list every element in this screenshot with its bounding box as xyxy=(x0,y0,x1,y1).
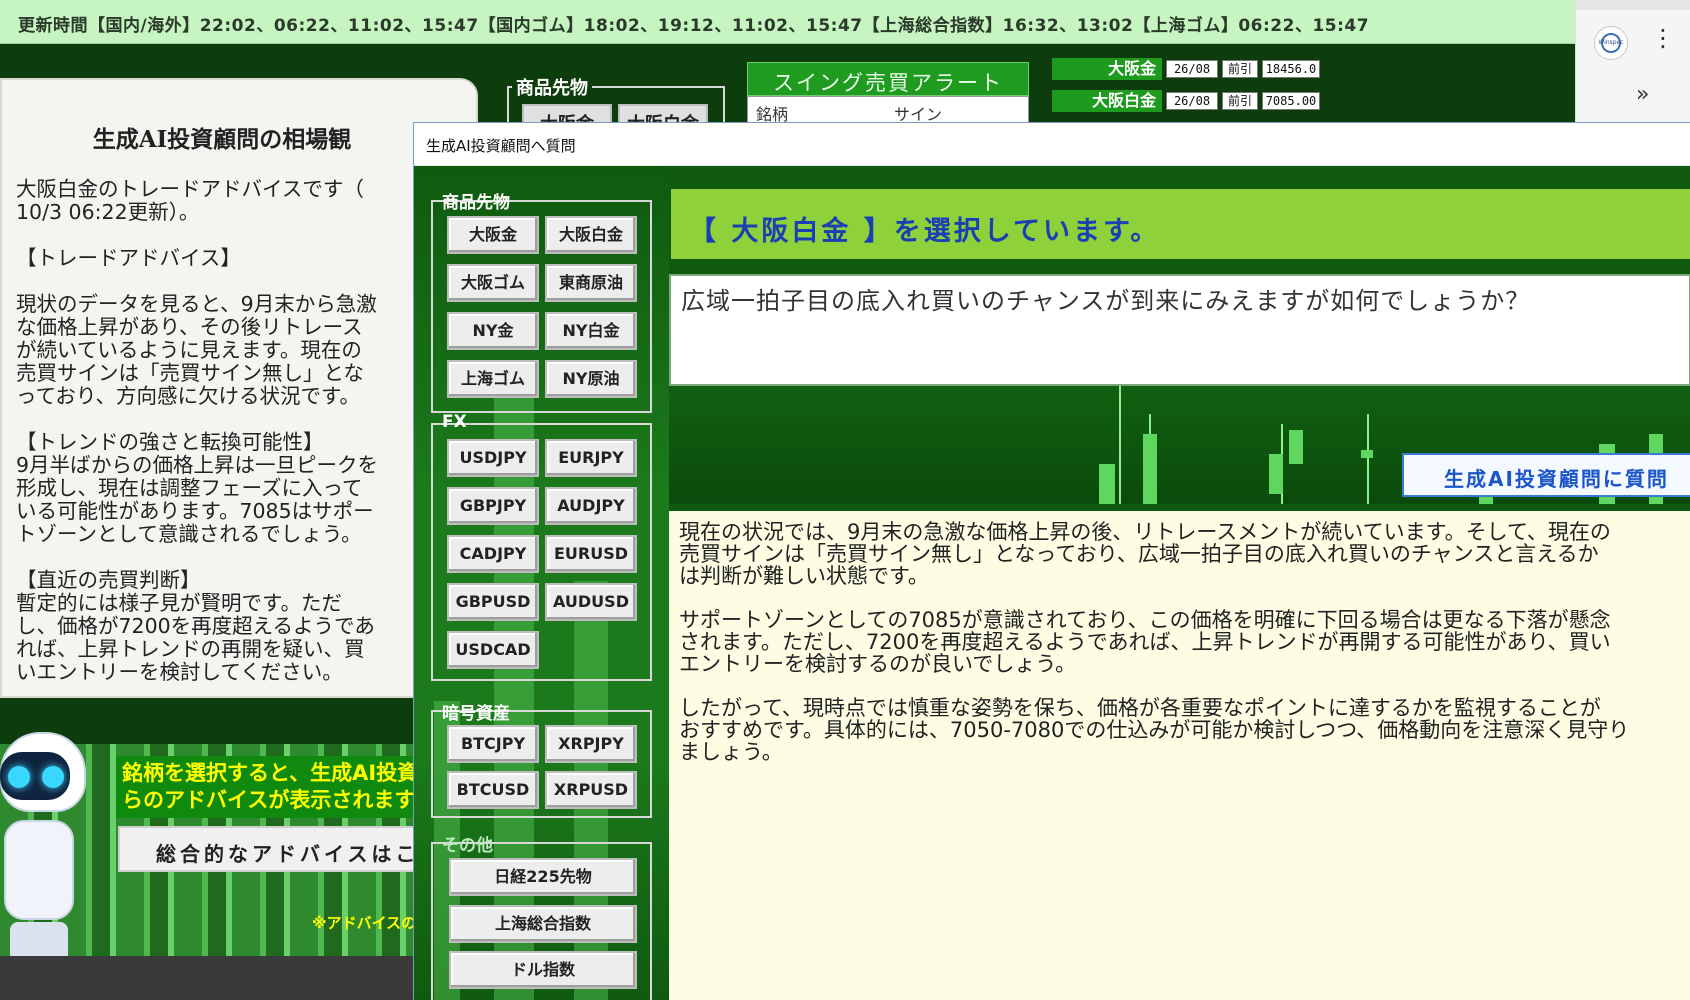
crypto-group-label: 暗号資産 xyxy=(442,704,510,724)
btn-eurusd[interactable]: EURUSD xyxy=(545,535,637,573)
robot-eye-left xyxy=(8,766,30,788)
btn-usdcad[interactable]: USDCAD xyxy=(447,631,539,669)
robot-body xyxy=(4,820,74,920)
advice-panel: 生成AI投資顧問の相場観 大阪白金のトレードアドバイスです（ 10/3 06:2… xyxy=(0,78,478,698)
btn-eurjpy[interactable]: EURJPY xyxy=(545,439,637,477)
btn-ny-platinum[interactable]: NY白金 xyxy=(545,312,637,350)
dialog-title: 生成AI投資顧問へ質問 xyxy=(426,137,576,155)
symbol-selector-panel: 商品先物 大阪金 大阪白金 大阪ゴム 東商原油 NY金 NY白金 上海ゴム NY… xyxy=(414,166,669,1000)
browser-toolbar: Winspec ⋮ » xyxy=(1575,0,1690,125)
overall-advice-button[interactable]: 総合的なアドバイスはこ xyxy=(118,826,448,872)
other-group-label: その他 xyxy=(442,836,493,856)
price-row-price: 7085.00 xyxy=(1262,92,1320,110)
selection-banner-text: 【 大阪白金 】を選択しています。 xyxy=(689,216,1161,247)
winspec-extension-icon[interactable]: Winspec xyxy=(1594,26,1628,60)
commodity-group-label: 商品先物 xyxy=(442,193,510,213)
ai-answer-text: 現在の状況では、9月末の急激な価格上昇の後、リトレースメントが続いています。そし… xyxy=(669,511,1690,1000)
selection-banner: 【 大阪白金 】を選択しています。 xyxy=(671,189,1690,259)
winspec-label: Winspec xyxy=(1598,39,1624,46)
price-row-type: 前引 xyxy=(1222,60,1258,78)
price-row-month: 26/08 xyxy=(1166,60,1218,78)
fx-group-label: FX xyxy=(442,412,467,432)
robot-mascot xyxy=(0,732,100,962)
question-answer-panel: 【 大阪白金 】を選択しています。 広域一拍子目の底入れ買いのチャンスが到来にみ… xyxy=(669,166,1690,1000)
btn-gbpjpy[interactable]: GBPJPY xyxy=(447,487,539,525)
swing-alert-title: スイング売買アラート xyxy=(747,62,1029,96)
btn-tocom-crude[interactable]: 東商原油 xyxy=(545,264,637,302)
btn-audusd[interactable]: AUDUSD xyxy=(545,583,637,621)
btn-nikkei225-futures[interactable]: 日経225先物 xyxy=(449,858,637,896)
btn-xrpusd[interactable]: XRPUSD xyxy=(545,771,637,809)
robot-eye-right xyxy=(42,766,64,788)
candle xyxy=(1289,430,1303,464)
btn-ny-crude[interactable]: NY原油 xyxy=(545,360,637,398)
candle xyxy=(1269,454,1283,494)
candle xyxy=(1361,450,1373,458)
ask-ai-advisor-button[interactable]: 生成AI投資顧問に質問 xyxy=(1402,453,1690,497)
bg-commodity-group-label: 商品先物 xyxy=(512,74,592,100)
btn-btcjpy[interactable]: BTCJPY xyxy=(447,725,539,763)
btn-shanghai-rubber[interactable]: 上海ゴム xyxy=(447,360,539,398)
btn-osaka-rubber[interactable]: 大阪ゴム xyxy=(447,264,539,302)
candle-wick xyxy=(1119,384,1121,504)
dialog-body: 商品先物 大阪金 大阪白金 大阪ゴム 東商原油 NY金 NY白金 上海ゴム NY… xyxy=(414,166,1690,1000)
btn-ny-gold[interactable]: NY金 xyxy=(447,312,539,350)
dialog-titlebar[interactable]: 生成AI投資顧問へ質問 xyxy=(414,123,1690,166)
question-input[interactable]: 広域一拍子目の底入れ買いのチャンスが到来にみえますが如何でしょうか？ xyxy=(669,274,1690,386)
price-row-price: 18456.0 xyxy=(1262,60,1320,78)
price-row-month: 26/08 xyxy=(1166,92,1218,110)
price-row-type: 前引 xyxy=(1222,92,1258,110)
chevron-double-right-icon[interactable]: » xyxy=(1636,82,1649,107)
update-time-text: 更新時間【国内/海外】22:02、06:22、11:02、15:47【国内ゴム】… xyxy=(18,16,1370,36)
btn-btcusd[interactable]: BTCUSD xyxy=(447,771,539,809)
bottom-strip xyxy=(0,956,420,1000)
btn-dollar-index[interactable]: ドル指数 xyxy=(449,951,637,989)
toolbar-edge xyxy=(1576,0,1690,10)
btn-osaka-gold[interactable]: 大阪金 xyxy=(447,216,539,254)
advice-footnote: ※アドバイスの xyxy=(312,914,417,932)
ask-ai-advisor-dialog: 生成AI投資顧問へ質問 商品先物 大阪金 大阪白金 大阪ゴム 東商原油 NY金 … xyxy=(413,122,1690,1000)
btn-xrpjpy[interactable]: XRPJPY xyxy=(545,725,637,763)
advice-panel-title: 生成AI投資顧問の相場観 xyxy=(92,126,352,153)
kebab-menu-icon[interactable]: ⋮ xyxy=(1651,26,1675,50)
btn-cadjpy[interactable]: CADJPY xyxy=(447,535,539,573)
btn-osaka-platinum[interactable]: 大阪白金 xyxy=(545,216,637,254)
price-row-name: 大阪白金 xyxy=(1052,90,1162,112)
btn-audjpy[interactable]: AUDJPY xyxy=(545,487,637,525)
price-row-name: 大阪金 xyxy=(1052,58,1162,80)
instruction-note: 銘柄を選択すると、生成AI投資 らのアドバイスが表示されます。 xyxy=(116,756,446,818)
update-time-ticker: 更新時間【国内/海外】22:02、06:22、11:02、15:47【国内ゴム】… xyxy=(0,0,1575,44)
candle xyxy=(1143,434,1157,504)
btn-usdjpy[interactable]: USDJPY xyxy=(447,439,539,477)
candle xyxy=(1099,464,1115,504)
candle-wick xyxy=(1367,414,1369,504)
advice-panel-body: 大阪白金のトレードアドバイスです（ 10/3 06:22更新）。 【トレードアド… xyxy=(16,177,378,684)
btn-shanghai-composite[interactable]: 上海総合指数 xyxy=(449,905,637,943)
btn-gbpusd[interactable]: GBPUSD xyxy=(447,583,539,621)
